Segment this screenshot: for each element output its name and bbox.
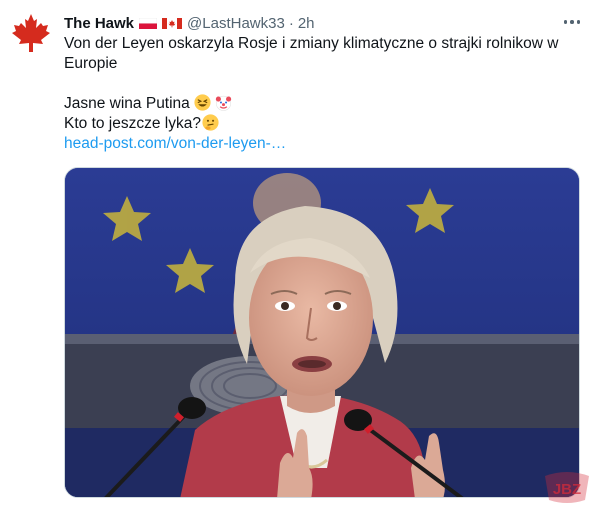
tweet-text-line: Von der Leyen oskarzyla Rosje i zmiany k… [64, 35, 559, 72]
jbzd-watermark-logo: JBZ [541, 470, 593, 504]
tweet-text-line: Kto to jeszcze lyka? [64, 114, 584, 134]
clown-face-emoji-icon [215, 94, 232, 111]
tweet-header: The Hawk @LastHawk33 · 2h [64, 12, 315, 34]
canada-flag-icon [162, 17, 183, 29]
handle[interactable]: @LastHawk33 [187, 15, 285, 32]
thinking-face-emoji-icon [202, 114, 219, 131]
tweet-media-photo[interactable] [64, 167, 580, 498]
display-name[interactable]: The Hawk [64, 15, 134, 32]
maple-leaf-icon [12, 14, 50, 52]
tweet-text-line: Jasne wina Putina [64, 94, 584, 114]
tweet-text: Von der Leyen oskarzyla Rosje i zmiany k… [64, 34, 584, 154]
watermark-text: JBZ [553, 481, 581, 498]
grinning-squint-emoji-icon [194, 94, 211, 111]
tweet-card[interactable]: The Hawk @LastHawk33 · 2h Von der Leyen … [0, 0, 600, 511]
photo-of-woman-at-podium-microphones [65, 168, 579, 497]
avatar[interactable] [10, 12, 52, 54]
more-options-button[interactable] [558, 10, 586, 34]
poland-flag-icon [139, 17, 158, 29]
tweet-link-line: head-post.com/von-der-leyen-… [64, 134, 584, 154]
separator-dot: · [288, 14, 294, 32]
article-link[interactable]: head-post.com/von-der-leyen-… [64, 135, 286, 152]
timestamp[interactable]: 2h [298, 15, 315, 32]
more-horizontal-icon [563, 20, 568, 24]
